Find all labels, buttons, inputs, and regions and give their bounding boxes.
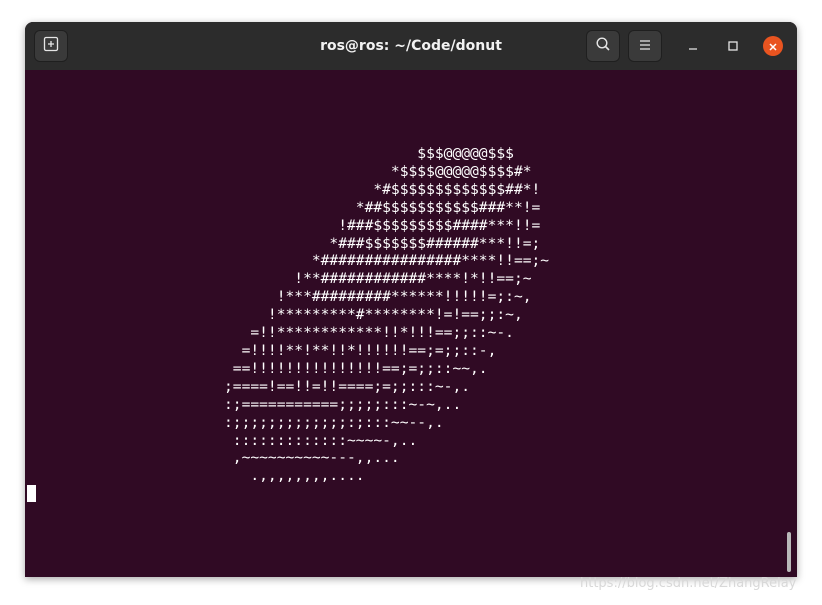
search-button[interactable]	[586, 30, 620, 62]
terminal-window: ros@ros: ~/Code/donut $$$@@@@@$$$ *$$$$@…	[25, 22, 797, 577]
terminal-output: $$$@@@@@$$$ *$$$$@@@@@$$$$#* *#$$$$$$$$$…	[224, 145, 550, 485]
new-tab-button[interactable]	[34, 30, 68, 62]
text-cursor	[27, 485, 36, 502]
maximize-icon	[727, 37, 739, 56]
close-button[interactable]	[763, 36, 783, 56]
watermark-text: https://blog.csdn.net/ZhangRelay	[580, 576, 797, 591]
minimize-icon	[687, 37, 699, 56]
new-tab-icon	[43, 36, 59, 56]
terminal-area[interactable]: $$$@@@@@$$$ *$$$$@@@@@$$$$#* *#$$$$$$$$$…	[25, 70, 797, 577]
hamburger-menu-icon	[638, 37, 652, 56]
menu-button[interactable]	[628, 30, 662, 62]
window-title: ros@ros: ~/Code/donut	[320, 38, 502, 54]
scrollbar[interactable]	[787, 532, 791, 572]
maximize-button[interactable]	[723, 36, 743, 56]
search-icon	[595, 36, 611, 56]
minimize-button[interactable]	[683, 36, 703, 56]
titlebar: ros@ros: ~/Code/donut	[25, 22, 797, 71]
close-icon	[768, 37, 778, 56]
